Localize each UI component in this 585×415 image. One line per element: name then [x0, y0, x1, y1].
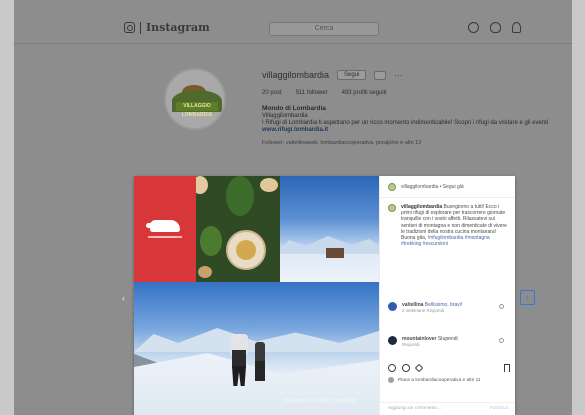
nav-icons [468, 22, 521, 33]
bio-link[interactable]: www.rifugi.lombardia.it [262, 127, 328, 133]
camera-icon [124, 22, 135, 33]
comment-like-icon[interactable] [499, 304, 504, 309]
bio-line1: Villaggilombardia [262, 113, 308, 119]
top-navigation-bar: Instagram Cerca [14, 14, 572, 44]
comment-text: valtellina Bellissimo, bravi! 2 settiman… [402, 302, 462, 314]
stat-following[interactable]: 493 profili seguiti [342, 90, 387, 96]
profile-info: villaggilombardia Segui ··· 20 post 511 … [262, 70, 562, 146]
caption-text: villaggilombardia Buongiorno a tutti! Ec… [401, 204, 510, 247]
search-input[interactable]: Cerca [269, 22, 379, 36]
author-avatar[interactable] [388, 182, 396, 191]
avatar-banner: VILLAGGIO LOMBARDIA [176, 102, 218, 118]
body-shape [232, 350, 246, 368]
likes-text[interactable]: Piace a lombardiacooperativa e altri 11 [398, 378, 481, 383]
brand-tile [134, 176, 196, 282]
caption-avatar[interactable] [388, 204, 396, 212]
comment-meta[interactable]: Rispondi [402, 342, 420, 347]
hiker-figure [226, 330, 252, 388]
more-options-icon[interactable]: ··· [394, 71, 402, 80]
hikers-photo: Benvenuti nei rifugi lombardi [134, 282, 379, 415]
comment-meta[interactable]: 2 settimane Rispondi [402, 308, 444, 313]
comment-icon[interactable] [402, 364, 410, 372]
profile-avatar[interactable]: VILLAGGIO LOMBARDIA [164, 68, 226, 130]
person-icon[interactable] [512, 22, 521, 33]
bowl-shape [260, 178, 278, 192]
post-sidebar: villaggilombardia • Segui già villaggilo… [379, 176, 515, 415]
body-shape [255, 342, 265, 362]
suggestions-button[interactable] [374, 70, 387, 80]
profile-username: villaggilombardia [262, 70, 330, 80]
comment-input[interactable]: Aggiungi un commento... [388, 406, 441, 412]
previous-post-arrow-icon[interactable]: ‹ [122, 293, 125, 303]
post-author[interactable]: villaggilombardia • Segui già [401, 184, 464, 190]
logo-divider [140, 21, 141, 34]
follow-button[interactable]: Segui [337, 70, 367, 80]
comment-text: mountainlover Stupendi Rispondi [402, 336, 458, 348]
post-actions [388, 363, 424, 373]
hut-shape [326, 248, 344, 258]
post-header: villaggilombardia • Segui già [380, 176, 515, 198]
followed-by[interactable]: Follower: valtellinaweb, lombardiacooper… [262, 140, 562, 146]
publish-button[interactable]: Pubblica [490, 406, 508, 412]
bio-line2: I Rifugi di Lombardia ti aspettano per u… [262, 120, 549, 126]
hiker-figure [252, 342, 268, 384]
caption-username[interactable]: villaggilombardia [401, 204, 442, 210]
commenter-avatar[interactable] [388, 336, 397, 345]
heart-icon[interactable] [490, 22, 501, 33]
cow-logo-icon [146, 220, 180, 232]
commenter-avatar[interactable] [388, 302, 397, 311]
comment-item: valtellina Bellissimo, bravi! 2 settiman… [388, 302, 510, 314]
brand-tile-text-line [148, 236, 182, 238]
post-modal: Benvenuti nei rifugi lombardi villaggilo… [134, 176, 515, 415]
legs-shape [232, 366, 246, 386]
share-icon[interactable] [414, 363, 424, 373]
food-photo [196, 176, 280, 282]
bio-name: Mondo di Lombardia [262, 105, 326, 112]
image-caption: Benvenuti nei rifugi lombardi [284, 398, 357, 404]
leaf-shape [226, 176, 254, 216]
likes-summary: Piace a lombardiacooperativa e altri 11 [388, 377, 481, 383]
mountain-hut-photo [280, 176, 379, 282]
legs-shape [255, 361, 265, 381]
bookmark-icon[interactable] [504, 364, 510, 372]
profile-bio: Mondo di Lombardia Villaggilombardia I R… [262, 105, 562, 134]
instagram-logo[interactable]: Instagram [124, 21, 210, 34]
compass-icon[interactable] [468, 22, 479, 33]
post-media[interactable]: Benvenuti nei rifugi lombardi [134, 176, 379, 415]
post-caption: villaggilombardia Buongiorno a tutti! Ec… [388, 204, 510, 247]
plate-shape [226, 230, 266, 270]
profile-stats: 20 post 511 follower 493 profili seguiti [262, 90, 562, 96]
comment-item: mountainlover Stupendi Rispondi [388, 336, 510, 348]
like-icon[interactable] [388, 364, 396, 372]
profile-header-row: villaggilombardia Segui ··· [262, 70, 562, 80]
add-comment-bar: Aggiungi un commento... Pubblica [380, 402, 515, 415]
stat-followers[interactable]: 511 follower [296, 90, 328, 96]
comment-body: Stupendi [437, 336, 458, 342]
leaf-shape [200, 226, 222, 256]
comment-like-icon[interactable] [499, 338, 504, 343]
liker-avatar[interactable] [388, 377, 394, 383]
bowl-shape [198, 266, 212, 278]
bowl-shape [196, 176, 208, 194]
logo-wordmark: Instagram [146, 21, 210, 34]
stat-posts: 20 post [262, 90, 282, 96]
next-post-arrow-icon[interactable]: › [520, 290, 535, 305]
